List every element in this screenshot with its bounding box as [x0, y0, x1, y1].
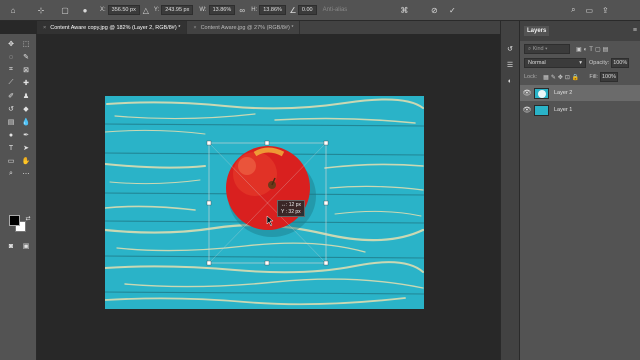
gradient-tool-icon[interactable]: ▤	[5, 116, 17, 128]
tab-label: Content Aware copy.jpg @ 182% (Layer 2, …	[50, 24, 181, 31]
reference-point-icon[interactable]: ▢	[58, 3, 72, 17]
document-window: ↔: 12 px Y : 32 px	[37, 34, 500, 360]
angle-icon: ∠	[289, 5, 297, 15]
search-icon[interactable]: ⌕	[566, 3, 580, 17]
layer-name[interactable]: Layer 1	[554, 107, 572, 113]
close-tab-icon[interactable]: ×	[43, 25, 46, 31]
marquee-tool-icon[interactable]: ⬚	[20, 38, 32, 50]
y-label: Y:	[153, 7, 160, 13]
panel-menu-icon[interactable]: ≡	[633, 27, 637, 34]
eyedropper-tool-icon[interactable]: ⟋	[5, 77, 17, 89]
eraser-tool-icon[interactable]: ◆	[20, 103, 32, 115]
tools-panel: ✥ ⬚ ◌ ✎ ⌗ ⊠ ⟋ ✚ ✐ ♟ ↺ ◆ ▤ 💧 ● ✒ T ➤ ▭ ✋ …	[0, 34, 37, 360]
blend-mode-value: Normal	[528, 60, 546, 66]
document-tabs: × Content Aware copy.jpg @ 182% (Layer 2…	[37, 21, 500, 34]
share-icon[interactable]: ⇪	[598, 3, 612, 17]
fill-field[interactable]: 100%	[599, 72, 618, 82]
angle-field[interactable]: 0.00	[297, 5, 317, 15]
fill-label: Fill:	[589, 74, 598, 80]
type-tool-icon[interactable]: T	[5, 142, 17, 154]
filter-row: ⌕ Kind ▾ ▣◐T▢▤	[520, 44, 640, 54]
blur-tool-icon[interactable]: 💧	[20, 116, 32, 128]
lock-label: Lock:	[524, 74, 538, 80]
workspace-icon[interactable]: ▭	[582, 3, 596, 17]
reference-dot-icon[interactable]: ●	[78, 3, 92, 17]
wood-photo	[105, 96, 424, 309]
layers-panel: Layers ≡ ⌕ Kind ▾ ▣◐T▢▤ Normal ▾ Opacity:…	[519, 21, 640, 360]
lasso-tool-icon[interactable]: ◌	[5, 51, 17, 63]
w-field[interactable]: 13.86%	[208, 5, 236, 15]
transform-tool-icon[interactable]: ⊹	[34, 3, 48, 17]
crop-tool-icon[interactable]: ⌗	[5, 64, 17, 76]
readout-y: Y : 32 px	[281, 208, 301, 215]
layer-name[interactable]: Layer 2	[554, 90, 572, 96]
home-icon[interactable]: ⌂	[6, 3, 20, 17]
pen-tool-icon[interactable]: ✒	[20, 129, 32, 141]
image-canvas[interactable]: ↔: 12 px Y : 32 px	[105, 96, 424, 309]
cancel-transform-icon[interactable]: ⊘	[427, 3, 441, 17]
kind-filter[interactable]: ⌕ Kind ▾	[524, 44, 570, 54]
filter-type-icons[interactable]: ▣◐T▢▤	[576, 46, 610, 53]
readout-x: ↔: 12 px	[281, 202, 302, 208]
antialias-label[interactable]: Anti-alias	[323, 7, 348, 13]
lock-row: Lock: ▦✎✥⊡🔒 Fill: 100%	[520, 72, 640, 82]
blend-mode-select[interactable]: Normal ▾	[524, 58, 586, 68]
eye-icon[interactable]: 👁	[520, 106, 534, 114]
x-field[interactable]: 356.50 px	[107, 5, 140, 15]
layer-row-layer-2[interactable]: 👁 Layer 2	[520, 85, 640, 101]
adjustments-panel-icon[interactable]: ◐	[504, 75, 516, 87]
commit-transform-icon[interactable]: ✓	[445, 3, 459, 17]
dodge-tool-icon[interactable]: ●	[5, 129, 17, 141]
rectangle-tool-icon[interactable]: ▭	[5, 155, 17, 167]
healing-brush-tool-icon[interactable]: ✚	[20, 77, 32, 89]
quick-select-tool-icon[interactable]: ✎	[20, 51, 32, 63]
warp-icon[interactable]: ⌘	[397, 3, 411, 17]
properties-panel-icon[interactable]: ☰	[504, 59, 516, 71]
x-label: X:	[100, 7, 106, 13]
w-label: W:	[199, 7, 207, 13]
lock-icons[interactable]: ▦✎✥⊡🔒	[543, 74, 581, 81]
eye-icon[interactable]: 👁	[520, 89, 534, 97]
tab-layers[interactable]: Layers	[524, 26, 550, 36]
history-panel-icon[interactable]: ↺	[504, 43, 516, 55]
options-bar: ⌂ ⊹ ▢ ● X: 356.50 px △ Y: 243.95 px W: 1…	[0, 0, 640, 21]
kind-label: Kind	[532, 46, 544, 52]
tab-content-aware-copy[interactable]: × Content Aware copy.jpg @ 182% (Layer 2…	[37, 21, 188, 34]
layer-thumbnail	[534, 104, 549, 116]
transform-readout: ↔: 12 px Y : 32 px	[277, 200, 306, 217]
more-tools-icon[interactable]: ⋯	[20, 168, 32, 180]
layer-thumbnail	[534, 87, 549, 99]
move-tool-icon[interactable]: ✥	[5, 38, 17, 50]
frame-tool-icon[interactable]: ⊠	[20, 64, 32, 76]
swap-colors-icon[interactable]: ⇄	[22, 212, 34, 224]
screen-mode-icon[interactable]: ▣	[20, 240, 32, 252]
y-field[interactable]: 243.95 px	[161, 5, 194, 15]
h-label: H:	[251, 7, 258, 13]
clone-stamp-tool-icon[interactable]: ♟	[20, 90, 32, 102]
opacity-label: Opacity:	[589, 60, 610, 66]
brush-tool-icon[interactable]: ✐	[5, 90, 17, 102]
h-field[interactable]: 13.86%	[259, 5, 286, 15]
path-selection-tool-icon[interactable]: ➤	[20, 142, 32, 154]
quick-mask-icon[interactable]: ◙	[5, 240, 17, 252]
link-icon[interactable]: ∞	[237, 3, 247, 17]
collapsed-panels: ↺ ☰ ◐	[500, 21, 519, 360]
tab-content-aware[interactable]: × Content Aware.jpg @ 27% (RGB/8#) *	[187, 21, 301, 34]
blend-row: Normal ▾ Opacity: 100%	[520, 58, 640, 68]
history-brush-tool-icon[interactable]: ↺	[5, 103, 17, 115]
foreground-color-swatch[interactable]	[9, 215, 20, 226]
zoom-tool-icon[interactable]: ⌕	[5, 168, 17, 180]
panel-tabs: Layers ≡	[520, 21, 640, 41]
hand-tool-icon[interactable]: ✋	[20, 155, 32, 167]
layer-row-layer-1[interactable]: 👁 Layer 1	[520, 102, 640, 118]
close-tab-icon[interactable]: ×	[193, 25, 196, 31]
relative-icon[interactable]: △	[142, 3, 150, 17]
opacity-field[interactable]: 100%	[611, 58, 630, 68]
tab-label: Content Aware.jpg @ 27% (RGB/8#) *	[200, 24, 294, 31]
